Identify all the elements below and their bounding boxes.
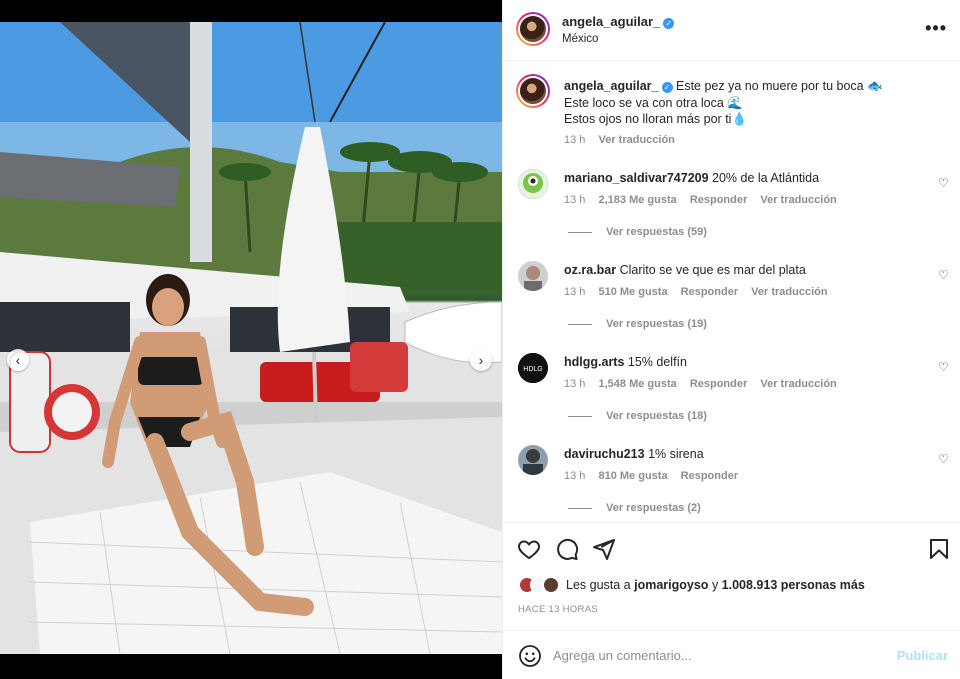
comment-reply-link[interactable]: Responder	[681, 286, 738, 298]
caption-line-2: Este loco se va con otra loca 🌊	[564, 95, 743, 110]
caption-time[interactable]: 13 h	[564, 134, 585, 146]
caption-translate-link[interactable]: Ver traducción	[598, 134, 674, 146]
comment-reply-link[interactable]: Responder	[690, 378, 747, 390]
likes-user[interactable]: jomarigoyso	[634, 578, 708, 592]
comment-likes[interactable]: 1,548 Me gusta	[598, 378, 676, 390]
share-icon[interactable]	[592, 537, 616, 561]
comment-text: mariano_saldivar747209 20% de la Atlánti…	[564, 171, 819, 185]
post-location[interactable]: México	[562, 33, 598, 45]
view-replies-button[interactable]: Ver respuestas (18)	[568, 410, 707, 422]
add-comment-bar: Publicar	[503, 630, 960, 679]
comment-meta: 13 h 810 Me gusta Responder	[564, 470, 748, 482]
comment-avatar[interactable]: HDLG	[518, 353, 548, 383]
comment-meta: 13 h 2,183 Me gusta Responder Ver traduc…	[564, 194, 847, 206]
comment-username[interactable]: mariano_saldivar747209	[564, 171, 709, 185]
comment-time[interactable]: 13 h	[564, 194, 585, 206]
caption-author-avatar[interactable]	[516, 74, 550, 108]
view-replies-label[interactable]: Ver respuestas (59)	[606, 226, 707, 238]
view-replies-button[interactable]: Ver respuestas (19)	[568, 318, 707, 330]
post-media: ‹ ›	[0, 0, 502, 679]
view-replies-label[interactable]: Ver respuestas (18)	[606, 410, 707, 422]
photo-illustration	[0, 22, 502, 654]
comment-username[interactable]: oz.ra.bar	[564, 263, 616, 277]
comment-heart-icon[interactable]: ♡	[938, 268, 949, 282]
comment-time[interactable]: 13 h	[564, 470, 585, 482]
publish-button[interactable]: Publicar	[897, 648, 948, 663]
comment-username[interactable]: hdlgg.arts	[564, 355, 624, 369]
caption-line-1: Este pez ya no muere por tu boca 🐟	[675, 79, 883, 93]
comments-list[interactable]: angela_aguilar_ ✓ Este pez ya no muere po…	[503, 62, 960, 522]
post-actions: Les gusta a jomarigoyso y 1.008.913 pers…	[503, 522, 960, 630]
comment-translate-link[interactable]: Ver traducción	[760, 194, 836, 206]
heart-icon[interactable]	[517, 537, 541, 561]
comment-text: hdlgg.arts 15% delfín	[564, 355, 687, 369]
comment-heart-icon[interactable]: ♡	[938, 452, 949, 466]
author-avatar[interactable]	[516, 12, 550, 46]
liker-avatar	[542, 576, 560, 594]
comment-avatar[interactable]	[518, 445, 548, 475]
comment-input[interactable]	[553, 643, 883, 667]
comment-icon[interactable]	[555, 537, 579, 561]
comment-likes[interactable]: 810 Me gusta	[598, 470, 667, 482]
likes-count[interactable]: 1.008.913 personas más	[722, 578, 865, 592]
view-replies-button[interactable]: Ver respuestas (2)	[568, 502, 701, 514]
comment-body: Clarito se ve que es mar del plata	[619, 263, 806, 277]
comment-heart-icon[interactable]: ♡	[938, 176, 949, 190]
comment-text: oz.ra.bar Clarito se ve que es mar del p…	[564, 263, 806, 277]
caption-username[interactable]: angela_aguilar_	[564, 79, 659, 93]
comment-time[interactable]: 13 h	[564, 286, 585, 298]
comment-likes[interactable]: 2,183 Me gusta	[598, 194, 676, 206]
comment-body: 15% delfín	[627, 355, 687, 369]
comment-body: 20% de la Atlántida	[712, 171, 820, 185]
comment-username[interactable]: daviruchu213	[564, 447, 645, 461]
comment-avatar[interactable]	[518, 261, 548, 291]
caption-meta: 13 h Ver traducción	[564, 134, 685, 146]
likes-text[interactable]: Les gusta a jomarigoyso y 1.008.913 pers…	[566, 578, 865, 592]
comment-body: 1% sirena	[648, 447, 704, 461]
caption: angela_aguilar_ ✓ Este pez ya no muere po…	[564, 78, 924, 128]
likes-prefix: Les gusta a	[566, 578, 631, 592]
instagram-post-modal: ‹ › angela_aguilar_ ✓ México ••• angela_a…	[0, 0, 960, 679]
post-time-ago[interactable]: HACE 13 HORAS	[518, 604, 598, 615]
bookmark-icon[interactable]	[927, 537, 951, 561]
comment-reply-link[interactable]: Responder	[690, 194, 747, 206]
chevron-left-icon[interactable]: ‹	[7, 349, 29, 371]
view-replies-button[interactable]: Ver respuestas (59)	[568, 226, 707, 238]
view-replies-label[interactable]: Ver respuestas (2)	[606, 502, 701, 514]
author-name-row[interactable]: angela_aguilar_ ✓	[562, 14, 675, 29]
comment-avatar[interactable]	[518, 169, 548, 199]
post-side-panel: angela_aguilar_ ✓ México ••• angela_aguil…	[502, 0, 960, 679]
comment-meta: 13 h 1,548 Me gusta Responder Ver traduc…	[564, 378, 847, 390]
comment-heart-icon[interactable]: ♡	[938, 360, 949, 374]
post-header: angela_aguilar_ ✓ México •••	[503, 0, 960, 61]
comment-likes[interactable]: 510 Me gusta	[598, 286, 667, 298]
comment-translate-link[interactable]: Ver traducción	[760, 378, 836, 390]
comment-reply-link[interactable]: Responder	[681, 470, 738, 482]
comment-translate-link[interactable]: Ver traducción	[751, 286, 827, 298]
likes-summary: Les gusta a jomarigoyso y 1.008.913 pers…	[518, 575, 865, 595]
verified-icon: ✓	[663, 18, 675, 29]
likes-middle: y	[711, 578, 719, 592]
verified-icon: ✓	[661, 82, 673, 93]
comment-time[interactable]: 13 h	[564, 378, 585, 390]
caption-line-3: Estos ojos no lloran más por ti💧	[564, 112, 748, 126]
more-icon[interactable]: •••	[925, 18, 947, 39]
chevron-right-icon[interactable]: ›	[470, 349, 492, 371]
comment-meta: 13 h 510 Me gusta Responder Ver traducci…	[564, 286, 838, 298]
author-username[interactable]: angela_aguilar_	[562, 14, 660, 29]
comment-text: daviruchu213 1% sirena	[564, 447, 704, 461]
svg-text:HDLG: HDLG	[523, 366, 542, 373]
emoji-icon[interactable]	[518, 644, 542, 668]
view-replies-label[interactable]: Ver respuestas (19)	[606, 318, 707, 330]
post-photo[interactable]: ‹ ›	[0, 22, 502, 654]
